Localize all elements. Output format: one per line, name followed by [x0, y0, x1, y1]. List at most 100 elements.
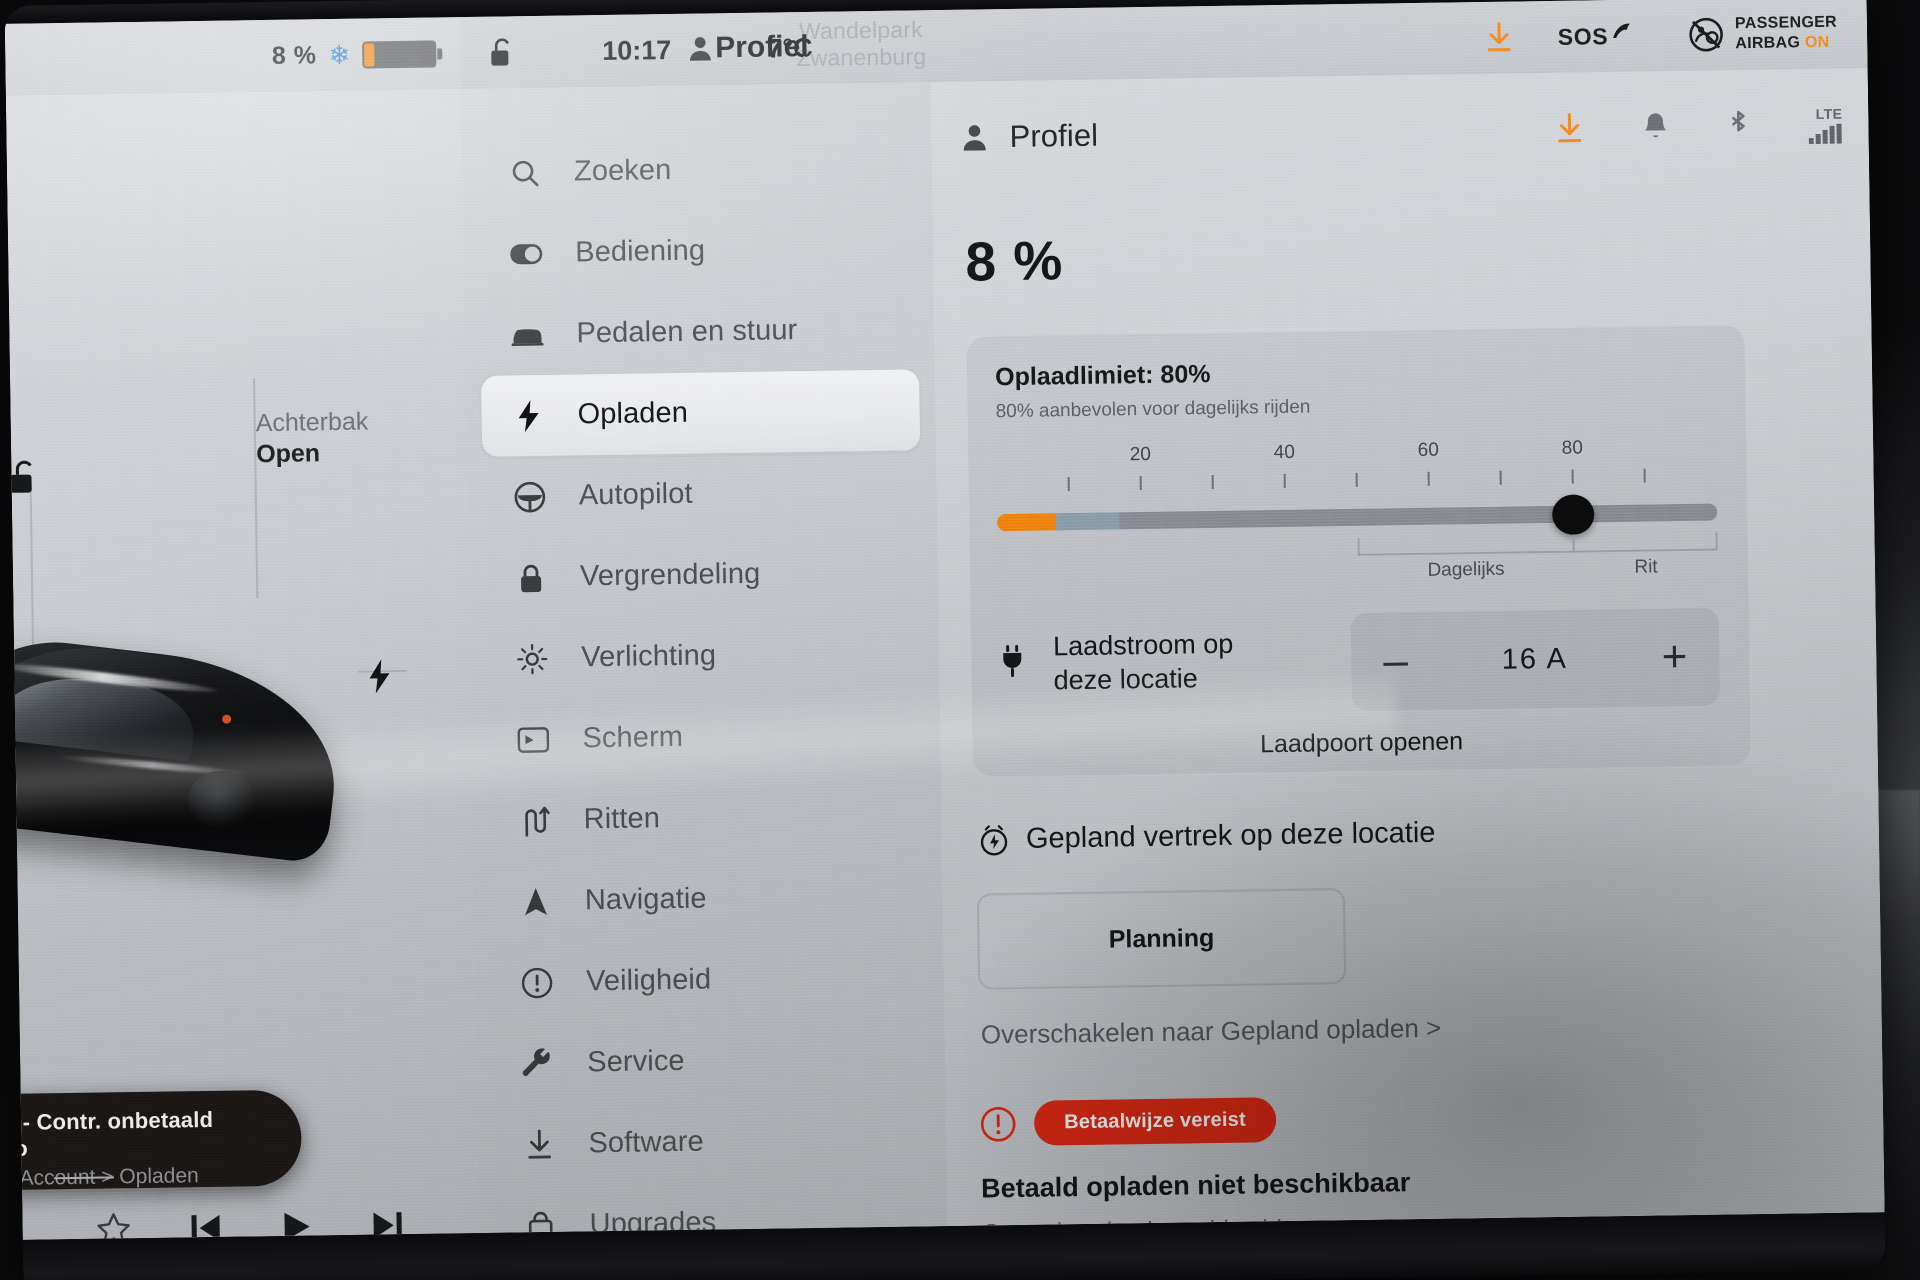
status-bar-title: Profiel [714, 29, 809, 65]
sidebar-item-label: Zoeken [573, 154, 672, 188]
open-charge-port-button[interactable]: Laadpoort openen [972, 723, 1750, 764]
signal-bars-icon: LTE [1808, 106, 1843, 145]
sidebar-item-service[interactable]: Service [491, 1017, 930, 1104]
bell-icon[interactable] [1642, 111, 1668, 143]
lock-icon [514, 561, 548, 594]
slider-tick-label: 40 [1273, 441, 1296, 464]
unlocked-padlock-icon[interactable] [7, 457, 42, 496]
slider-tick-marks [997, 468, 1717, 494]
slider-soc-fill [997, 513, 1056, 532]
vehicle-visualization-panel[interactable]: Achterbak Open - Contr. onbetaald Accoun… [5, 89, 478, 1240]
range-trip-label: Rit [1634, 556, 1658, 578]
charge-limit-slider[interactable]: 20 40 60 80 Dagelijks Rit [996, 436, 1718, 597]
steering-wheel-icon [513, 480, 547, 513]
sos-phone-icon [1610, 22, 1632, 42]
sidebar-item-label: Scherm [582, 720, 684, 755]
software-download-icon[interactable] [1554, 111, 1585, 145]
charge-limit-card: Oplaadlimiet: 80% 80% aanbevolen voor da… [966, 325, 1751, 777]
charge-limit-title: Oplaadlimiet: 80% [994, 360, 1211, 392]
toast-title: nog. - Contr. onbetaald saldo [6, 1106, 214, 1162]
sidebar-item-opladen[interactable]: Opladen [481, 369, 921, 457]
sidebar-item-bediening[interactable]: Bediening [479, 207, 918, 294]
star-icon[interactable] [95, 1211, 132, 1240]
person-icon [688, 35, 712, 61]
unlocked-padlock-icon[interactable] [488, 36, 516, 68]
decrease-current-button[interactable]: – [1383, 636, 1408, 685]
sidebar-item-zoeken[interactable]: Zoeken [477, 126, 916, 213]
sidebar-item-label: Navigatie [584, 882, 707, 917]
screenshot-stage: 8 % ❄ 10:17 7°C Wandelpark Zwanenburg Pr… [0, 0, 1920, 1280]
exclamation-circle-icon [520, 966, 554, 999]
charge-current-label: Laadstroom op deze locatie [1052, 628, 1234, 696]
sos-button[interactable]: SOS [1558, 22, 1633, 50]
scheduled-departure-label: Gepland vertrek op deze locatie [1025, 816, 1436, 855]
slider-track[interactable] [997, 494, 1718, 535]
sidebar-item-label: Verlichting [581, 639, 717, 674]
sidebar-item-vergrendeling[interactable]: Vergrendeling [483, 531, 922, 618]
settings-menu: Zoeken Bediening Pedalen en stuur Oplade… [460, 82, 948, 1240]
wrench-icon [521, 1047, 555, 1080]
search-icon [508, 157, 542, 188]
charge-current-row: Laadstroom op deze locatie – 16 A + [999, 607, 1721, 719]
snowflake-icon: ❄ [328, 39, 351, 71]
trunk-status-callout: Achterbak Open [255, 407, 369, 469]
sidebar-item-verlichting[interactable]: Verlichting [485, 612, 924, 699]
sidebar-item-software[interactable]: Software [492, 1098, 931, 1185]
battery-icon [362, 39, 443, 69]
skip-previous-icon[interactable] [187, 1211, 224, 1240]
software-download-icon[interactable] [1484, 20, 1515, 54]
scheduled-departure-row[interactable]: Gepland vertrek op deze locatie [978, 817, 1436, 857]
sidebar-item-label: Opladen [577, 396, 689, 431]
sidebar-item-autopilot[interactable]: Autopilot [482, 450, 921, 537]
download-icon [522, 1128, 556, 1161]
charge-bolt-icon [366, 658, 393, 694]
slider-knob[interactable] [1551, 494, 1595, 535]
slider-tick-label: 60 [1417, 439, 1439, 461]
toggle-icon [509, 242, 543, 265]
media-controls [22, 1179, 478, 1240]
screen-surface: 8 % ❄ 10:17 7°C Wandelpark Zwanenburg Pr… [4, 0, 1885, 1240]
detail-header: Profiel LTE [961, 99, 1843, 164]
switch-to-scheduled-charging-link[interactable]: Overschakelen naar Gepland opladen > [981, 1013, 1442, 1051]
route-icon [517, 804, 551, 837]
detail-header-icons: LTE [1554, 106, 1843, 148]
sidebar-item-ritten[interactable]: Ritten [487, 774, 926, 861]
person-icon [961, 123, 987, 151]
page-title: Profiel [1009, 117, 1099, 154]
sidebar-item-label: Vergrendeling [579, 557, 761, 593]
status-badge[interactable]: Betaalwijze vereist [1033, 1097, 1277, 1146]
sun-icon [515, 642, 549, 675]
passenger-airbag-indicator: PASSENGER AIRBAG ON [1688, 13, 1838, 54]
bolt-icon [511, 398, 546, 433]
charge-current-stepper[interactable]: – 16 A + [1350, 607, 1721, 711]
battery-percentage: 8 % [271, 40, 317, 70]
slider-buffer-fill [1054, 512, 1120, 531]
payment-alert-title: Betaald opladen niet beschikbaar [980, 1167, 1411, 1204]
increase-current-button[interactable]: + [1661, 632, 1687, 681]
scheduled-departure-icon [978, 824, 1010, 856]
payment-alert-row: Betaalwijze vereist [980, 1097, 1277, 1146]
state-of-charge-value: 8 % [964, 229, 1064, 293]
sos-label: SOS [1557, 22, 1609, 50]
network-type-label: LTE [1815, 105, 1843, 123]
sidebar-item-navigatie[interactable]: Navigatie [488, 855, 927, 942]
airbag-state: ON [1804, 33, 1830, 52]
vehicle-render[interactable] [5, 591, 370, 927]
sidebar-item-label: Veiligheid [585, 963, 712, 998]
sidebar-item-scherm[interactable]: Scherm [486, 693, 925, 780]
range-daily-label: Dagelijks [1427, 558, 1505, 581]
sidebar-item-label: Bediening [575, 234, 706, 269]
charge-current-value: 16 A [1501, 642, 1569, 676]
slider-tick-labels: 20 40 60 80 [996, 436, 1716, 473]
passenger-airbag-label: PASSENGER AIRBAG ON [1734, 14, 1838, 53]
plug-icon [999, 644, 1026, 678]
play-icon[interactable] [279, 1209, 314, 1240]
sidebar-item-pedalen-en-stuur[interactable]: Pedalen en stuur [480, 288, 919, 375]
passenger-airbag-off-icon [1688, 16, 1725, 53]
planning-button[interactable]: Planning [976, 888, 1347, 990]
sidebar-item-veiligheid[interactable]: Veiligheid [489, 936, 928, 1023]
notification-toast[interactable]: nog. - Contr. onbetaald saldo fiel > Acc… [5, 1089, 303, 1192]
sidebar-item-label: Autopilot [578, 477, 693, 512]
status-bar-icon-cluster: SOS PASSENGER AIRBAG ON [1483, 0, 1867, 74]
bluetooth-icon[interactable] [1726, 109, 1751, 143]
